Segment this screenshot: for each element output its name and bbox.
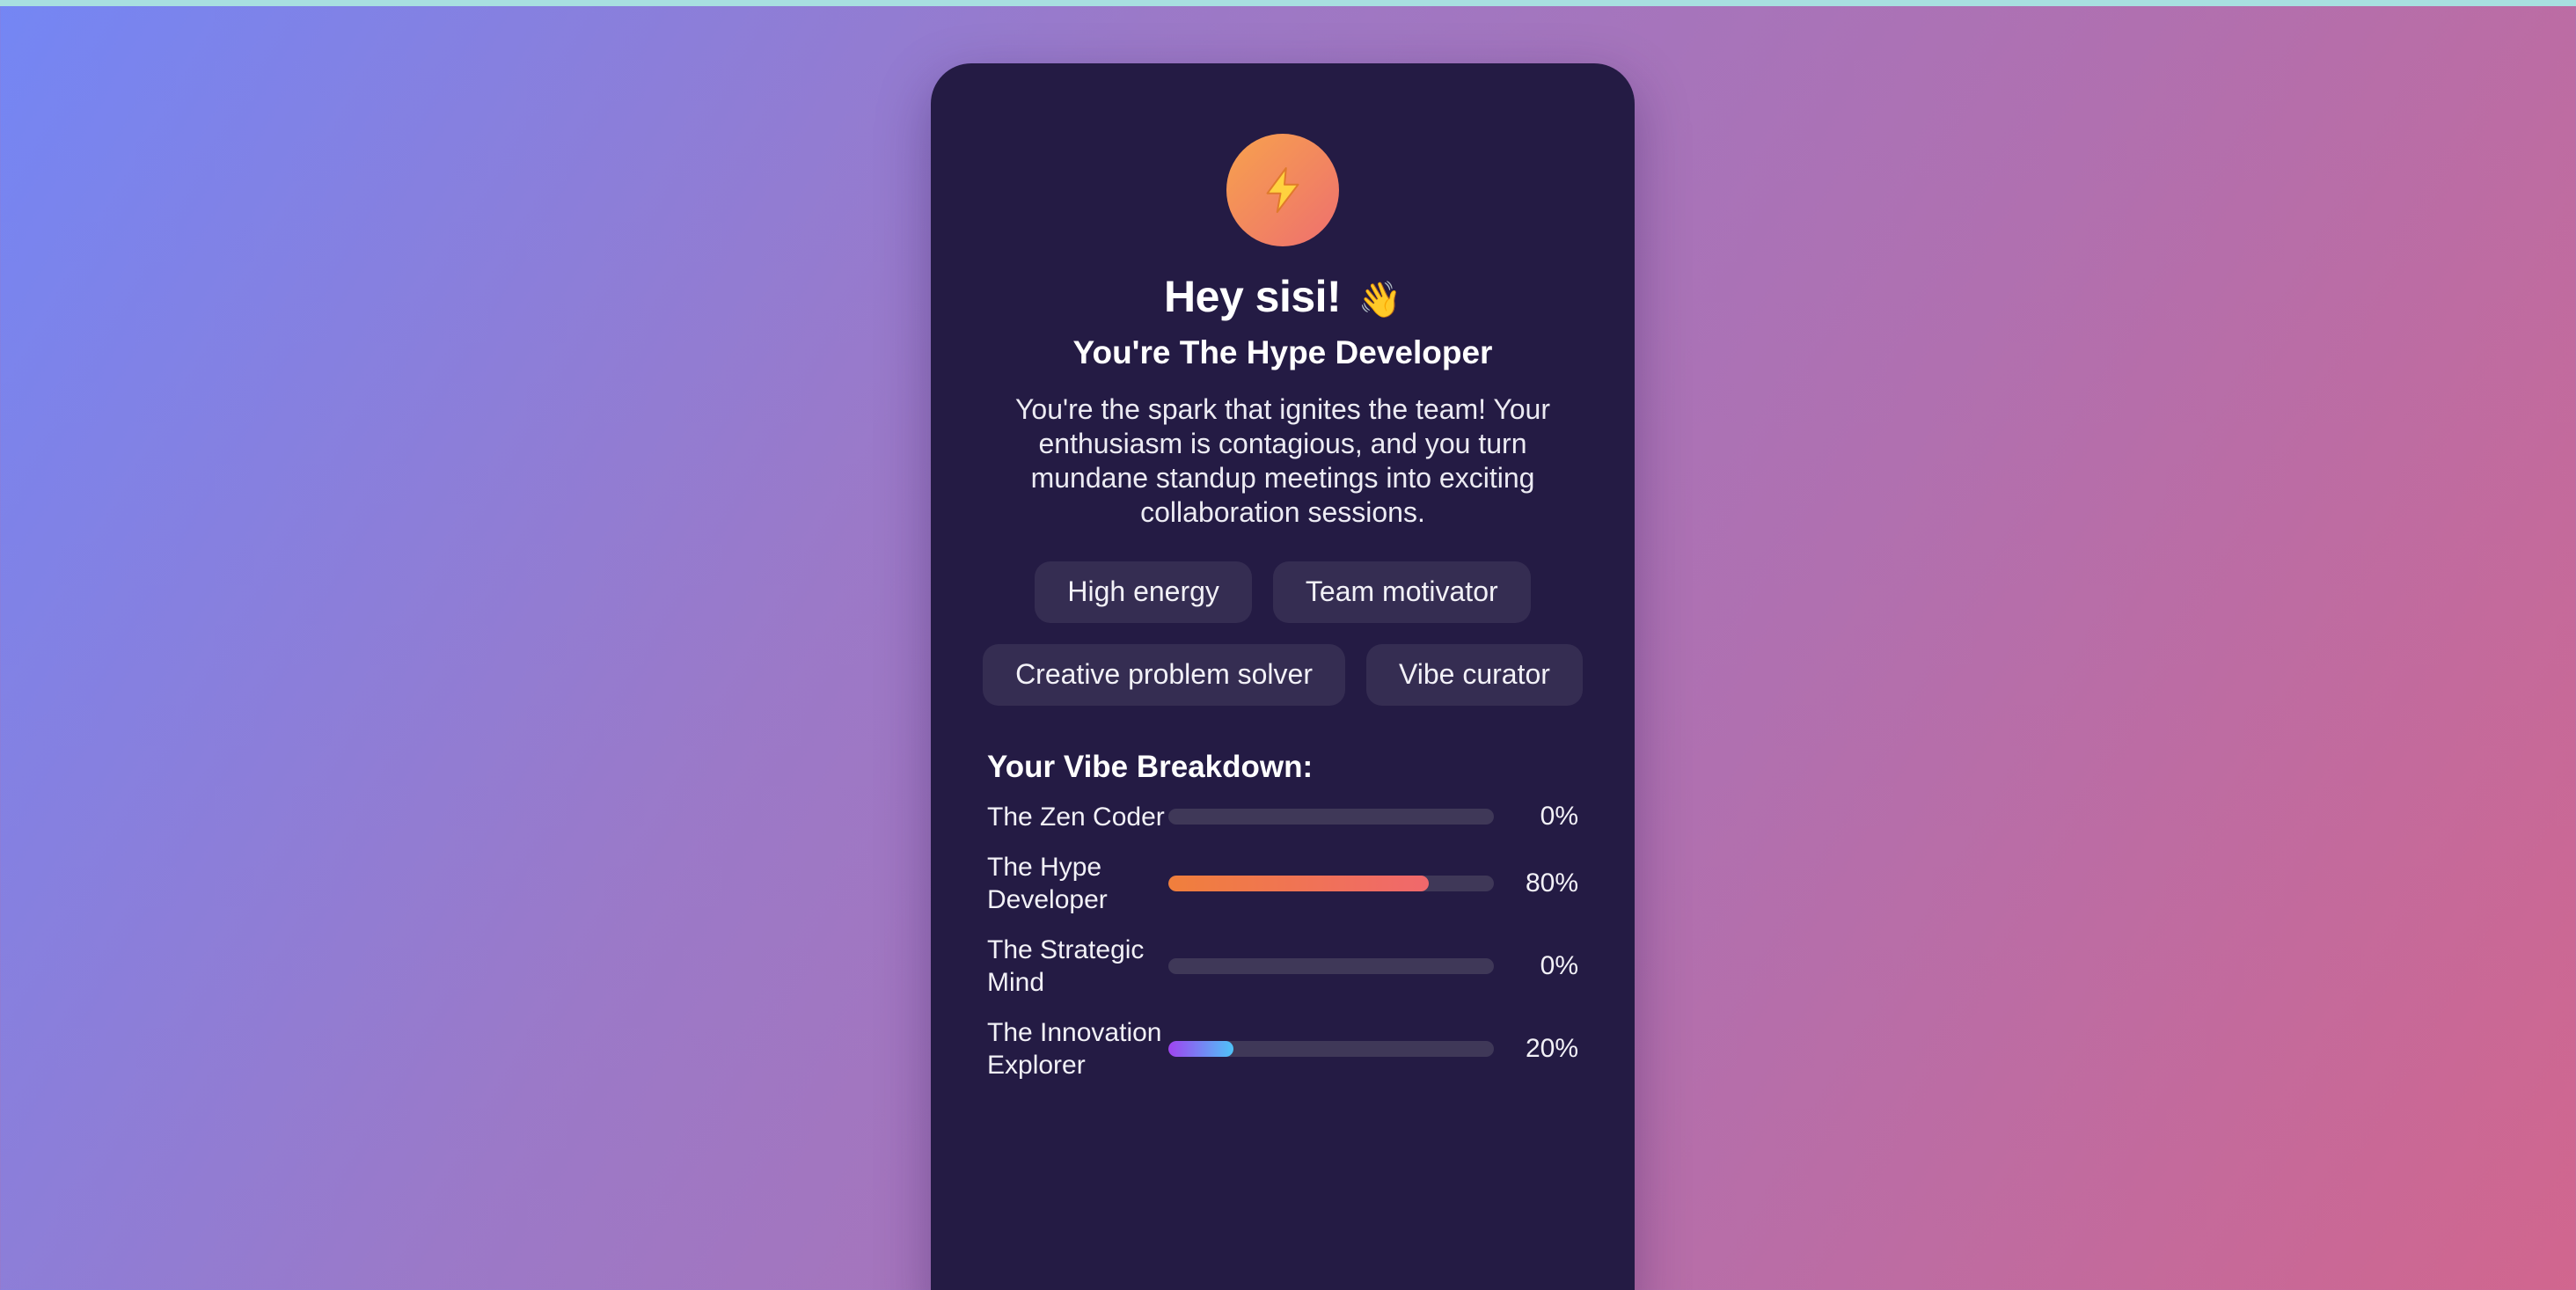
result-title: You're The Hype Developer (1072, 334, 1493, 370)
vibe-breakdown: Your Vibe Breakdown: The Zen Coder 0% Th… (987, 750, 1578, 1081)
vibe-progress-fill (1168, 1040, 1233, 1057)
vibe-name: The Strategic Mind (987, 935, 1145, 997)
vibe-row-strategic-mind: The Strategic Mind 0% (987, 934, 1578, 999)
vibe-progress-fill (1168, 875, 1429, 891)
vibe-progress-track (1168, 1040, 1494, 1057)
greeting-text: Hey sisi! (1164, 272, 1342, 321)
trait-chip-vibe-curator: Vibe curator (1365, 643, 1583, 706)
waving-hand-icon: 👋 (1358, 280, 1402, 319)
vibe-name: The Innovation Explorer (987, 1017, 1162, 1080)
result-card: Hey sisi! 👋 You're The Hype Developer Yo… (931, 63, 1635, 1290)
vibe-row-innovation-explorer: The Innovation Explorer 20% (987, 1016, 1578, 1081)
greeting-heading: Hey sisi! 👋 (931, 273, 1635, 321)
trait-list: High energy Team motivator Creative prob… (975, 561, 1591, 706)
vibe-progress-track (1168, 957, 1494, 974)
trait-chip-creative-problem-solver: Creative problem solver (983, 643, 1345, 706)
lightning-bolt-icon (1266, 167, 1299, 213)
vibe-progress-track (1168, 875, 1494, 891)
vibe-row-zen-coder: The Zen Coder 0% (987, 801, 1578, 833)
vibe-name: The Zen Coder (987, 802, 1165, 832)
personality-badge (1226, 134, 1339, 246)
vibe-row-hype-developer: The Hype Developer 80% (987, 851, 1578, 916)
browser-top-edge (0, 0, 2576, 6)
result-description: You're the spark that ignites the team! … (1015, 392, 1550, 528)
vibe-percent: 0% (1540, 802, 1578, 832)
vibe-percent: 0% (1540, 950, 1578, 980)
breakdown-title: Your Vibe Breakdown: (987, 749, 1314, 784)
vibe-name: The Hype Developer (987, 852, 1108, 914)
vibe-percent: 80% (1525, 868, 1578, 898)
trait-chip-high-energy: High energy (1035, 561, 1252, 623)
trait-chip-team-motivator: Team motivator (1272, 561, 1531, 623)
vibe-percent: 20% (1525, 1033, 1578, 1063)
vibe-progress-track (1168, 809, 1494, 825)
